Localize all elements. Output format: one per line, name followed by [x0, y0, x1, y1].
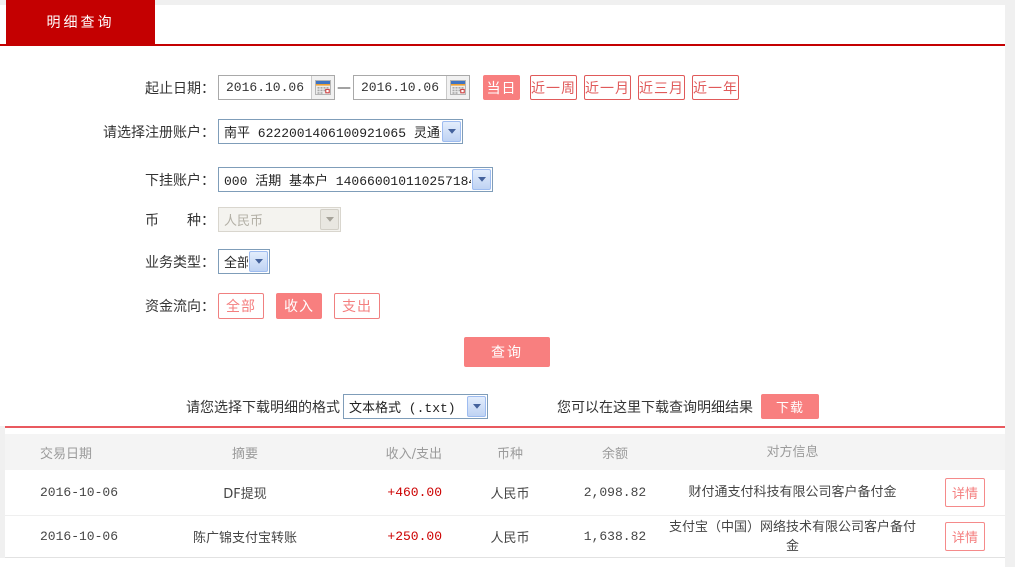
- cell-amount: +250.00: [335, 529, 450, 544]
- header-currency: 币种: [450, 443, 570, 462]
- calendar-icon: [450, 80, 466, 95]
- quick-range-year-button[interactable]: 近一年: [692, 75, 739, 100]
- header-summary: 摘要: [155, 443, 335, 462]
- download-button[interactable]: 下载: [761, 394, 819, 419]
- register-account-row: 请选择注册账户： 南平 6222001406100921065 灵通卡: [0, 119, 463, 144]
- chevron-down-icon: [442, 121, 461, 142]
- table-row: 2016-10-06 陈广锦支付宝转账 +250.00 人民币 1,638.82…: [5, 516, 1005, 558]
- biz-type-value: 全部: [219, 252, 248, 271]
- header-date: 交易日期: [5, 443, 155, 462]
- date-range-separator: —: [337, 80, 351, 96]
- cell-counterparty: 财付通支付科技有限公司客户备付金: [660, 483, 925, 502]
- date-range-label: 起止日期：: [0, 78, 215, 98]
- currency-row: 币 种： 人民币: [0, 207, 341, 232]
- fund-flow-row: 资金流向： 全部 收入 支出: [0, 293, 380, 319]
- tab-label: 明细查询: [47, 12, 115, 32]
- quick-range-week-button[interactable]: 近一周: [530, 75, 577, 100]
- register-account-label: 请选择注册账户：: [0, 122, 215, 142]
- download-hint: 您可以在这里下载查询明细结果: [557, 397, 753, 417]
- cell-date: 2016-10-06: [5, 485, 155, 500]
- biz-type-label: 业务类型：: [0, 252, 215, 272]
- chevron-down-icon: [472, 169, 491, 190]
- end-date-calendar-button[interactable]: [446, 76, 469, 99]
- quick-range-3months-button[interactable]: 近三月: [638, 75, 685, 100]
- sub-account-label: 下挂账户：: [0, 170, 215, 190]
- start-date-calendar-button[interactable]: [311, 76, 334, 99]
- sub-account-row: 下挂账户： 000 活期 基本户 1406600101102571848: [0, 167, 493, 192]
- register-account-select[interactable]: 南平 6222001406100921065 灵通卡: [218, 119, 463, 144]
- currency-value: 人民币: [219, 210, 319, 229]
- cell-counterparty: 支付宝（中国）网络技术有限公司客户备付金: [660, 518, 925, 556]
- download-row: 请您选择下载明细的格式 文本格式 (.txt) 您可以在这里下载查询明细结果 下…: [186, 394, 819, 419]
- table-top-border: [5, 426, 1005, 428]
- cell-currency: 人民币: [450, 483, 570, 502]
- end-date-input[interactable]: 2016.10.06: [353, 75, 470, 100]
- currency-label: 币 种：: [0, 210, 215, 230]
- start-date-value[interactable]: 2016.10.06: [219, 80, 311, 95]
- table-row: 2016-10-06 DF提现 +460.00 人民币 2,098.82 财付通…: [5, 470, 1005, 516]
- end-date-value[interactable]: 2016.10.06: [354, 80, 446, 95]
- tab-detail-query[interactable]: 明细查询: [6, 0, 155, 44]
- quick-range-today-button[interactable]: 当日: [483, 75, 520, 100]
- detail-button[interactable]: 详情: [945, 478, 985, 507]
- download-format-select[interactable]: 文本格式 (.txt): [343, 394, 488, 419]
- header-balance: 余额: [570, 443, 660, 462]
- download-format-value: 文本格式 (.txt): [344, 397, 466, 416]
- biz-type-row: 业务类型： 全部: [0, 249, 270, 274]
- cell-summary: DF提现: [155, 483, 335, 502]
- fund-flow-label: 资金流向：: [0, 296, 215, 316]
- chevron-down-icon: [467, 396, 486, 417]
- page-right-margin: [1005, 0, 1015, 567]
- register-account-value: 南平 6222001406100921065 灵通卡: [219, 122, 441, 141]
- query-button[interactable]: 查询: [464, 337, 550, 367]
- table-header-row: 交易日期 摘要 收入/支出 币种 余额 对方信息: [5, 434, 1005, 470]
- currency-select: 人民币: [218, 207, 341, 232]
- cell-currency: 人民币: [450, 527, 570, 546]
- calendar-icon: [315, 80, 331, 95]
- fund-flow-income-button[interactable]: 收入: [276, 293, 322, 319]
- date-range-row: 起止日期： 2016.10.06 — 2016.10.06: [0, 75, 739, 100]
- cell-summary: 陈广锦支付宝转账: [155, 527, 335, 546]
- quick-range-month-button[interactable]: 近一月: [584, 75, 631, 100]
- header-amount: 收入/支出: [335, 443, 450, 462]
- start-date-input[interactable]: 2016.10.06: [218, 75, 335, 100]
- chevron-down-icon: [320, 209, 339, 230]
- header-counterparty: 对方信息: [660, 443, 925, 462]
- cell-balance: 2,098.82: [570, 485, 660, 500]
- biz-type-select[interactable]: 全部: [218, 249, 270, 274]
- fund-flow-all-button[interactable]: 全部: [218, 293, 264, 319]
- sub-account-select[interactable]: 000 活期 基本户 1406600101102571848: [218, 167, 493, 192]
- tab-underline: [0, 44, 1005, 46]
- cell-date: 2016-10-06: [5, 529, 155, 544]
- cell-amount: +460.00: [335, 485, 450, 500]
- chevron-down-icon: [249, 251, 268, 272]
- sub-account-value: 000 活期 基本户 1406600101102571848: [219, 170, 471, 189]
- fund-flow-expense-button[interactable]: 支出: [334, 293, 380, 319]
- download-format-label: 请您选择下载明细的格式: [186, 397, 340, 417]
- detail-button[interactable]: 详情: [945, 522, 985, 551]
- cell-balance: 1,638.82: [570, 529, 660, 544]
